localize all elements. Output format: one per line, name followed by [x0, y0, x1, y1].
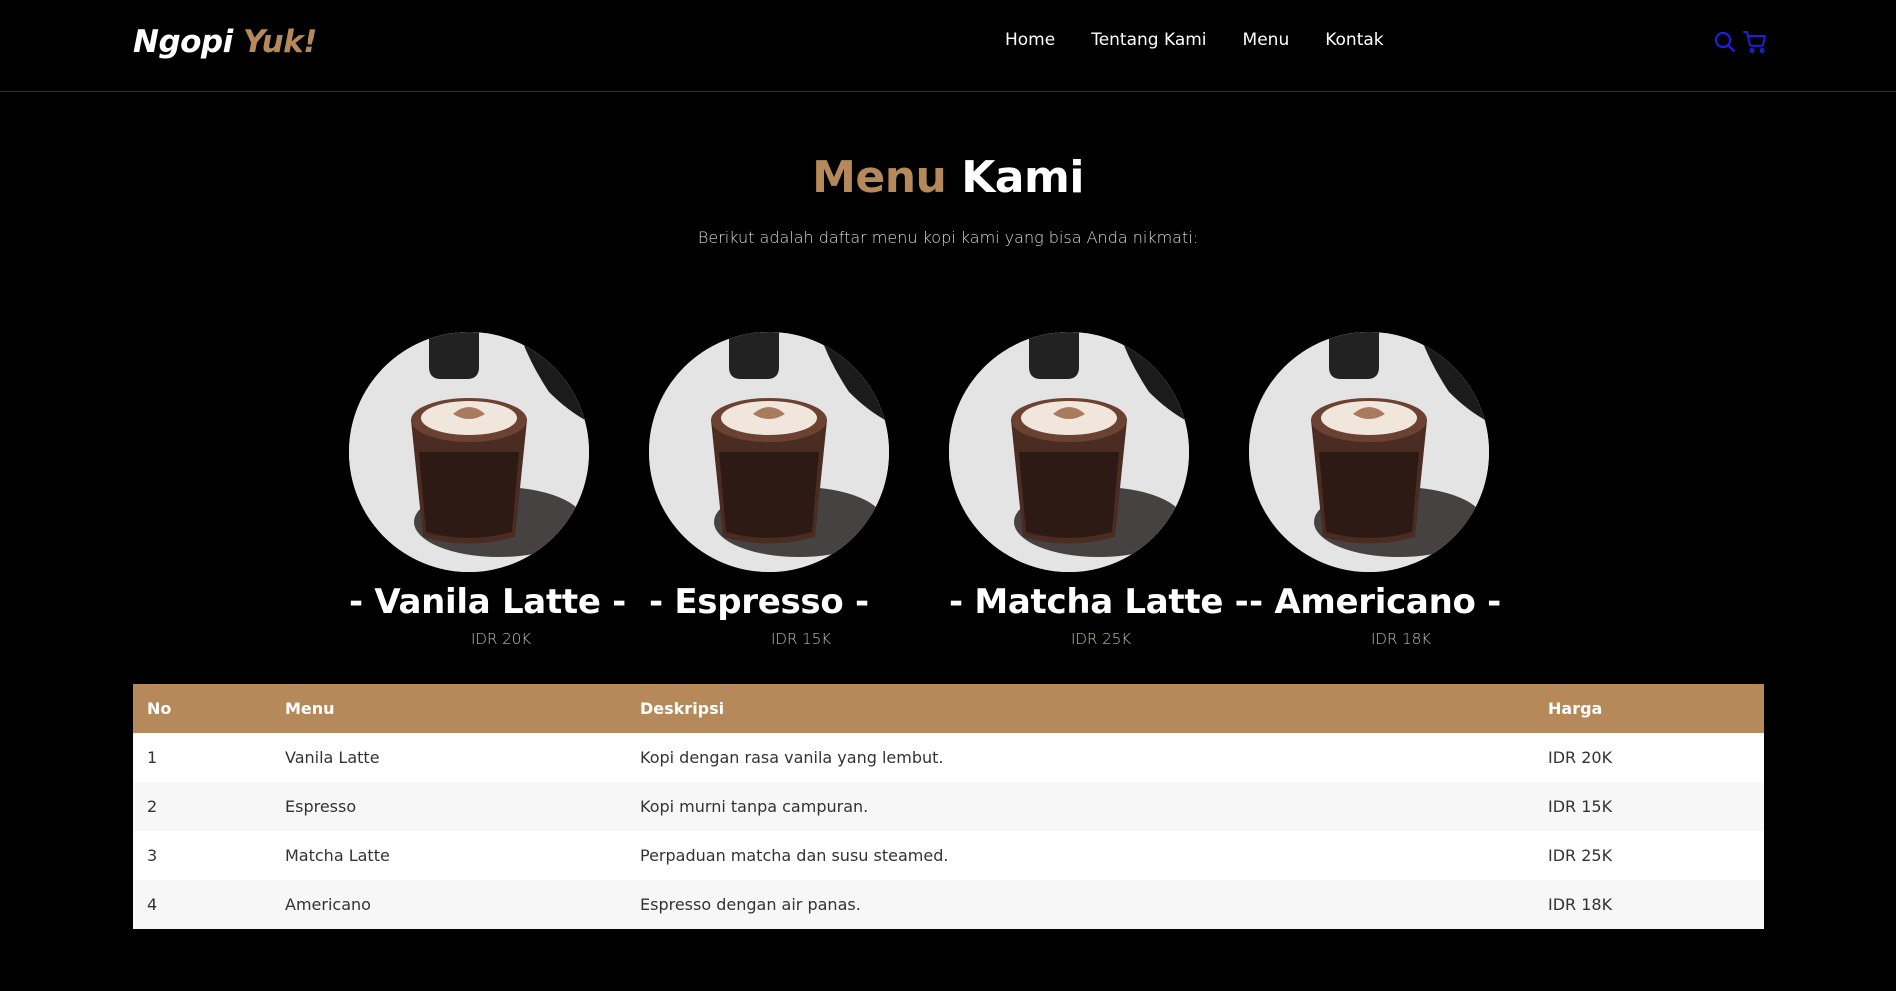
- table-header-menu: Menu: [271, 684, 626, 733]
- table-cell-menu: Vanila Latte: [271, 733, 626, 782]
- table-header-desc: Deskripsi: [626, 684, 1534, 733]
- nav-links: Home Tentang Kami Menu Kontak: [1005, 30, 1384, 50]
- coffee-image: [949, 332, 1189, 572]
- menu-card-price: IDR 25K: [1071, 630, 1132, 648]
- table-cell-price: IDR 15K: [1534, 782, 1764, 831]
- table-cell-no: 1: [133, 733, 271, 782]
- table-cell-menu: Espresso: [271, 782, 626, 831]
- nav-link-about[interactable]: Tentang Kami: [1091, 30, 1206, 50]
- menu-card-price: IDR 20K: [471, 630, 532, 648]
- menu-card[interactable]: - Espresso - IDR 15K: [649, 332, 929, 652]
- page-title-accent: Menu: [812, 152, 947, 203]
- nav-link-menu[interactable]: Menu: [1243, 30, 1290, 50]
- table-cell-no: 3: [133, 831, 271, 880]
- table-cell-desc: Kopi murni tanpa campuran.: [626, 782, 1534, 831]
- page-title-main: Kami: [961, 152, 1084, 203]
- menu-card-name: - Matcha Latte -: [949, 582, 1249, 622]
- menu-card-name: - Espresso -: [649, 582, 869, 622]
- menu-card-price: IDR 15K: [771, 630, 832, 648]
- table-row: 2 Espresso Kopi murni tanpa campuran. ID…: [133, 782, 1764, 831]
- table-cell-desc: Kopi dengan rasa vanila yang lembut.: [626, 733, 1534, 782]
- table-header-no: No: [133, 684, 271, 733]
- brand-name-main: Ngopi: [133, 24, 233, 60]
- page-subtitle: Berikut adalah daftar menu kopi kami yan…: [697, 228, 1199, 247]
- table-header-price: Harga: [1534, 684, 1764, 733]
- coffee-image: [1249, 332, 1489, 572]
- menu-card[interactable]: - Americano - IDR 18K: [1249, 332, 1529, 652]
- coffee-image: [649, 332, 889, 572]
- page-title: Menu Kami: [0, 152, 1896, 203]
- brand-name-accent: Yuk!: [243, 24, 317, 60]
- nav-icons: [1713, 30, 1767, 54]
- menu-card-name: - Americano -: [1249, 582, 1501, 622]
- brand-logo[interactable]: Ngopi Yuk!: [133, 24, 317, 60]
- nav-link-home[interactable]: Home: [1005, 30, 1055, 50]
- menu-card[interactable]: - Matcha Latte - IDR 25K: [949, 332, 1249, 652]
- search-icon[interactable]: [1713, 30, 1737, 54]
- menu-card-price: IDR 18K: [1371, 630, 1432, 648]
- coffee-image: [349, 332, 589, 572]
- table-cell-menu: Matcha Latte: [271, 831, 626, 880]
- menu-cards: - Vanila Latte - IDR 20K - Espresso - ID…: [349, 332, 1549, 652]
- menu-card[interactable]: - Vanila Latte - IDR 20K: [349, 332, 629, 652]
- menu-card-name: - Vanila Latte -: [349, 582, 626, 622]
- table-row: 3 Matcha Latte Perpaduan matcha dan susu…: [133, 831, 1764, 880]
- table-row: 4 Americano Espresso dengan air panas. I…: [133, 880, 1764, 929]
- nav-link-contact[interactable]: Kontak: [1325, 30, 1383, 50]
- table-row: 1 Vanila Latte Kopi dengan rasa vanila y…: [133, 733, 1764, 782]
- table-cell-price: IDR 25K: [1534, 831, 1764, 880]
- table-cell-desc: Perpaduan matcha dan susu steamed.: [626, 831, 1534, 880]
- table-header-row: No Menu Deskripsi Harga: [133, 684, 1764, 733]
- navbar: Ngopi Yuk! Home Tentang Kami Menu Kontak: [0, 0, 1896, 92]
- table-cell-menu: Americano: [271, 880, 626, 929]
- shopping-cart-icon[interactable]: [1743, 30, 1767, 54]
- table-cell-no: 4: [133, 880, 271, 929]
- table-cell-desc: Espresso dengan air panas.: [626, 880, 1534, 929]
- table-cell-price: IDR 18K: [1534, 880, 1764, 929]
- menu-table: No Menu Deskripsi Harga 1 Vanila Latte K…: [133, 684, 1764, 929]
- table-cell-price: IDR 20K: [1534, 733, 1764, 782]
- table-cell-no: 2: [133, 782, 271, 831]
